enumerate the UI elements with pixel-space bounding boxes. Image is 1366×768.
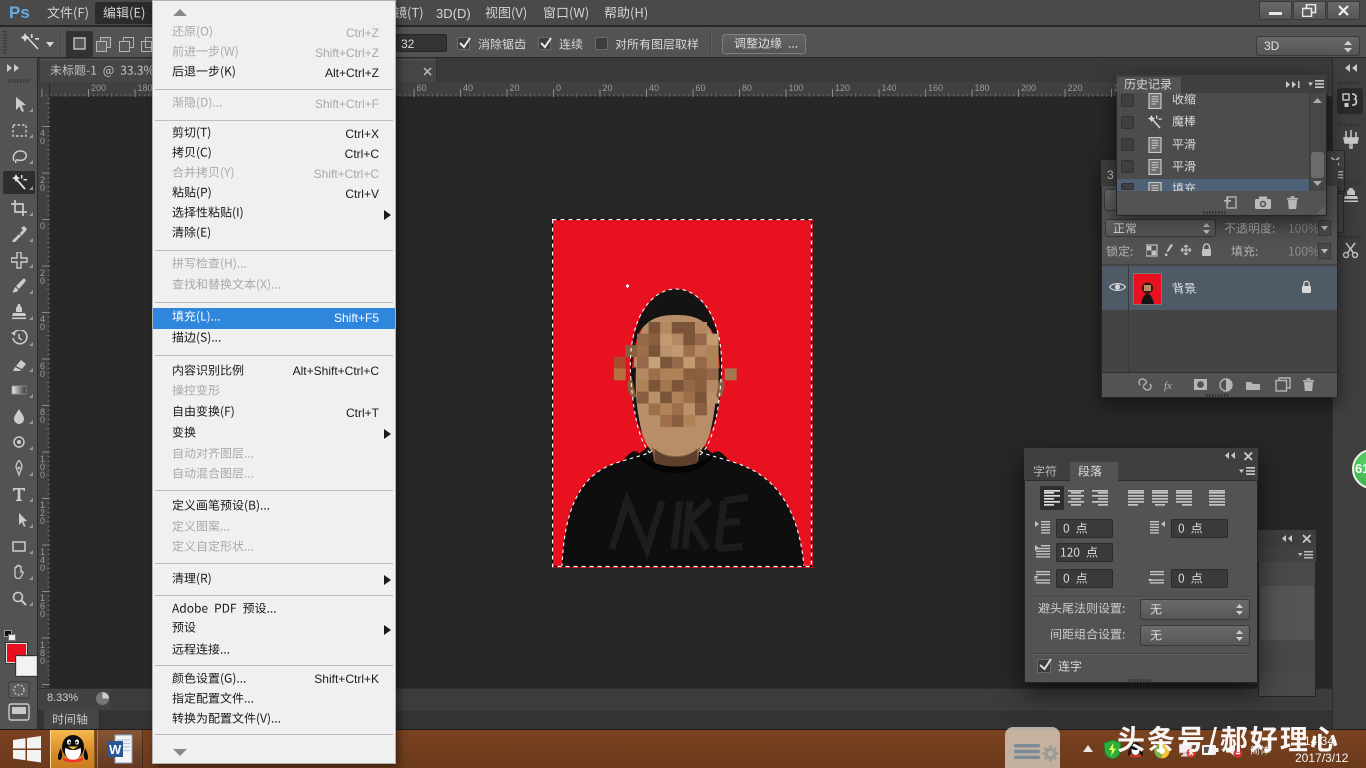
svg-text:W: W xyxy=(109,742,122,757)
svg-text:fx: fx xyxy=(1164,380,1172,392)
